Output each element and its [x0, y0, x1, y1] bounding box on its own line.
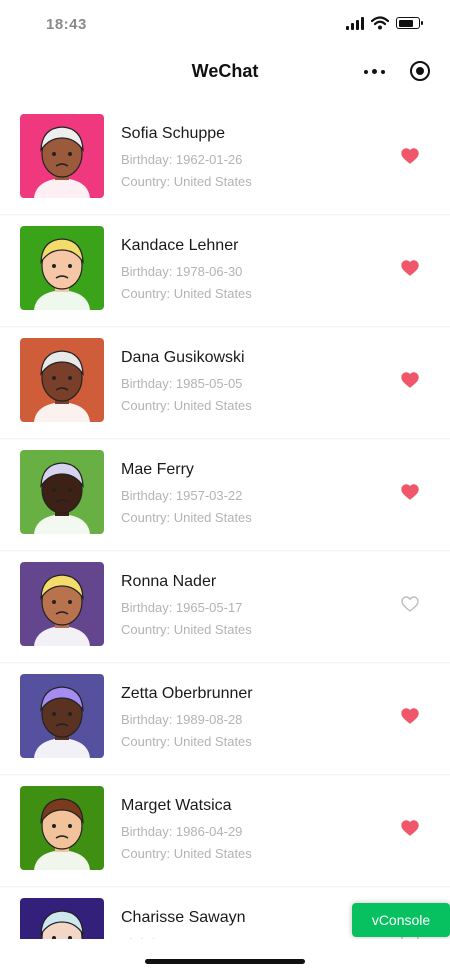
home-bar	[0, 939, 450, 973]
wechat-miniprogram-page: 18:43 WeChat Sofia Schuppe Birthday: 196…	[0, 0, 450, 973]
contact-country: Country: United States	[121, 510, 252, 525]
heart-filled-icon[interactable]	[401, 148, 419, 164]
avatar[interactable]	[20, 114, 104, 198]
avatar[interactable]	[20, 898, 104, 939]
contact-name: Zetta Oberbrunner	[121, 685, 253, 702]
status-icons	[346, 16, 423, 30]
contact-row[interactable]: Ronna Nader Birthday: 1965-05-17 Country…	[0, 551, 450, 663]
contact-row[interactable]: Zetta Oberbrunner Birthday: 1989-08-28 C…	[0, 663, 450, 775]
contact-country: Country: United States	[121, 286, 252, 301]
contact-name: Ronna Nader	[121, 573, 217, 590]
contact-birthday: Birthday: 1965-05-17	[121, 600, 243, 615]
contact-name: Kandace Lehner	[121, 237, 239, 254]
heart-filled-icon[interactable]	[401, 820, 419, 836]
contact-name: Dana Gusikowski	[121, 349, 245, 366]
contact-row[interactable]: Marget Watsica Birthday: 1986-04-29 Coun…	[0, 775, 450, 887]
contact-row[interactable]: Mae Ferry Birthday: 1957-03-22 Country: …	[0, 439, 450, 551]
contact-row[interactable]: Kandace Lehner Birthday: 1978-06-30 Coun…	[0, 215, 450, 327]
target-icon[interactable]	[410, 61, 430, 81]
heart-filled-icon[interactable]	[401, 260, 419, 276]
contact-birthday: Birthday: 1985-05-05	[121, 376, 243, 391]
avatar[interactable]	[20, 226, 104, 310]
contact-birthday: Birthday: 1962-01-26	[121, 152, 243, 167]
avatar[interactable]	[20, 338, 104, 422]
contact-country: Country: United States	[121, 398, 252, 413]
contact-country: Country: United States	[121, 846, 252, 861]
contact-name: Mae Ferry	[121, 461, 194, 478]
more-dots-icon[interactable]	[364, 69, 388, 75]
battery-icon	[396, 17, 423, 29]
cellular-signal-icon	[346, 16, 364, 30]
contact-birthday: Birthday: 1957-03-22	[121, 488, 243, 503]
avatar[interactable]	[20, 786, 104, 870]
contact-birthday: Birthday: 1986-04-29	[121, 824, 243, 839]
status-time: 18:43	[46, 16, 87, 33]
avatar[interactable]	[20, 450, 104, 534]
contact-row[interactable]: Sofia Schuppe Birthday: 1962-01-26 Count…	[0, 103, 450, 215]
home-indicator[interactable]	[145, 959, 305, 964]
contact-birthday: Birthday: 1978-06-30	[121, 264, 243, 279]
contact-country: Country: United States	[121, 734, 252, 749]
contact-name: Charisse Sawayn	[121, 909, 246, 926]
status-bar: 18:43	[0, 0, 450, 50]
avatar[interactable]	[20, 674, 104, 758]
contact-name: Marget Watsica	[121, 797, 232, 814]
contact-country: Country: United States	[121, 174, 252, 189]
vconsole-button[interactable]: vConsole	[352, 903, 450, 937]
wifi-icon	[371, 16, 389, 30]
contact-birthday: Birthday: 1989-08-28	[121, 712, 243, 727]
avatar[interactable]	[20, 562, 104, 646]
heart-filled-icon[interactable]	[401, 484, 419, 500]
contact-list[interactable]: Sofia Schuppe Birthday: 1962-01-26 Count…	[0, 103, 450, 939]
contact-name: Sofia Schuppe	[121, 125, 226, 142]
nav-bar: WeChat	[0, 50, 450, 94]
heart-filled-icon[interactable]	[401, 708, 419, 724]
heart-outline-icon[interactable]	[401, 596, 419, 612]
contact-row[interactable]: Dana Gusikowski Birthday: 1985-05-05 Cou…	[0, 327, 450, 439]
heart-filled-icon[interactable]	[401, 372, 419, 388]
contact-country: Country: United States	[121, 622, 252, 637]
